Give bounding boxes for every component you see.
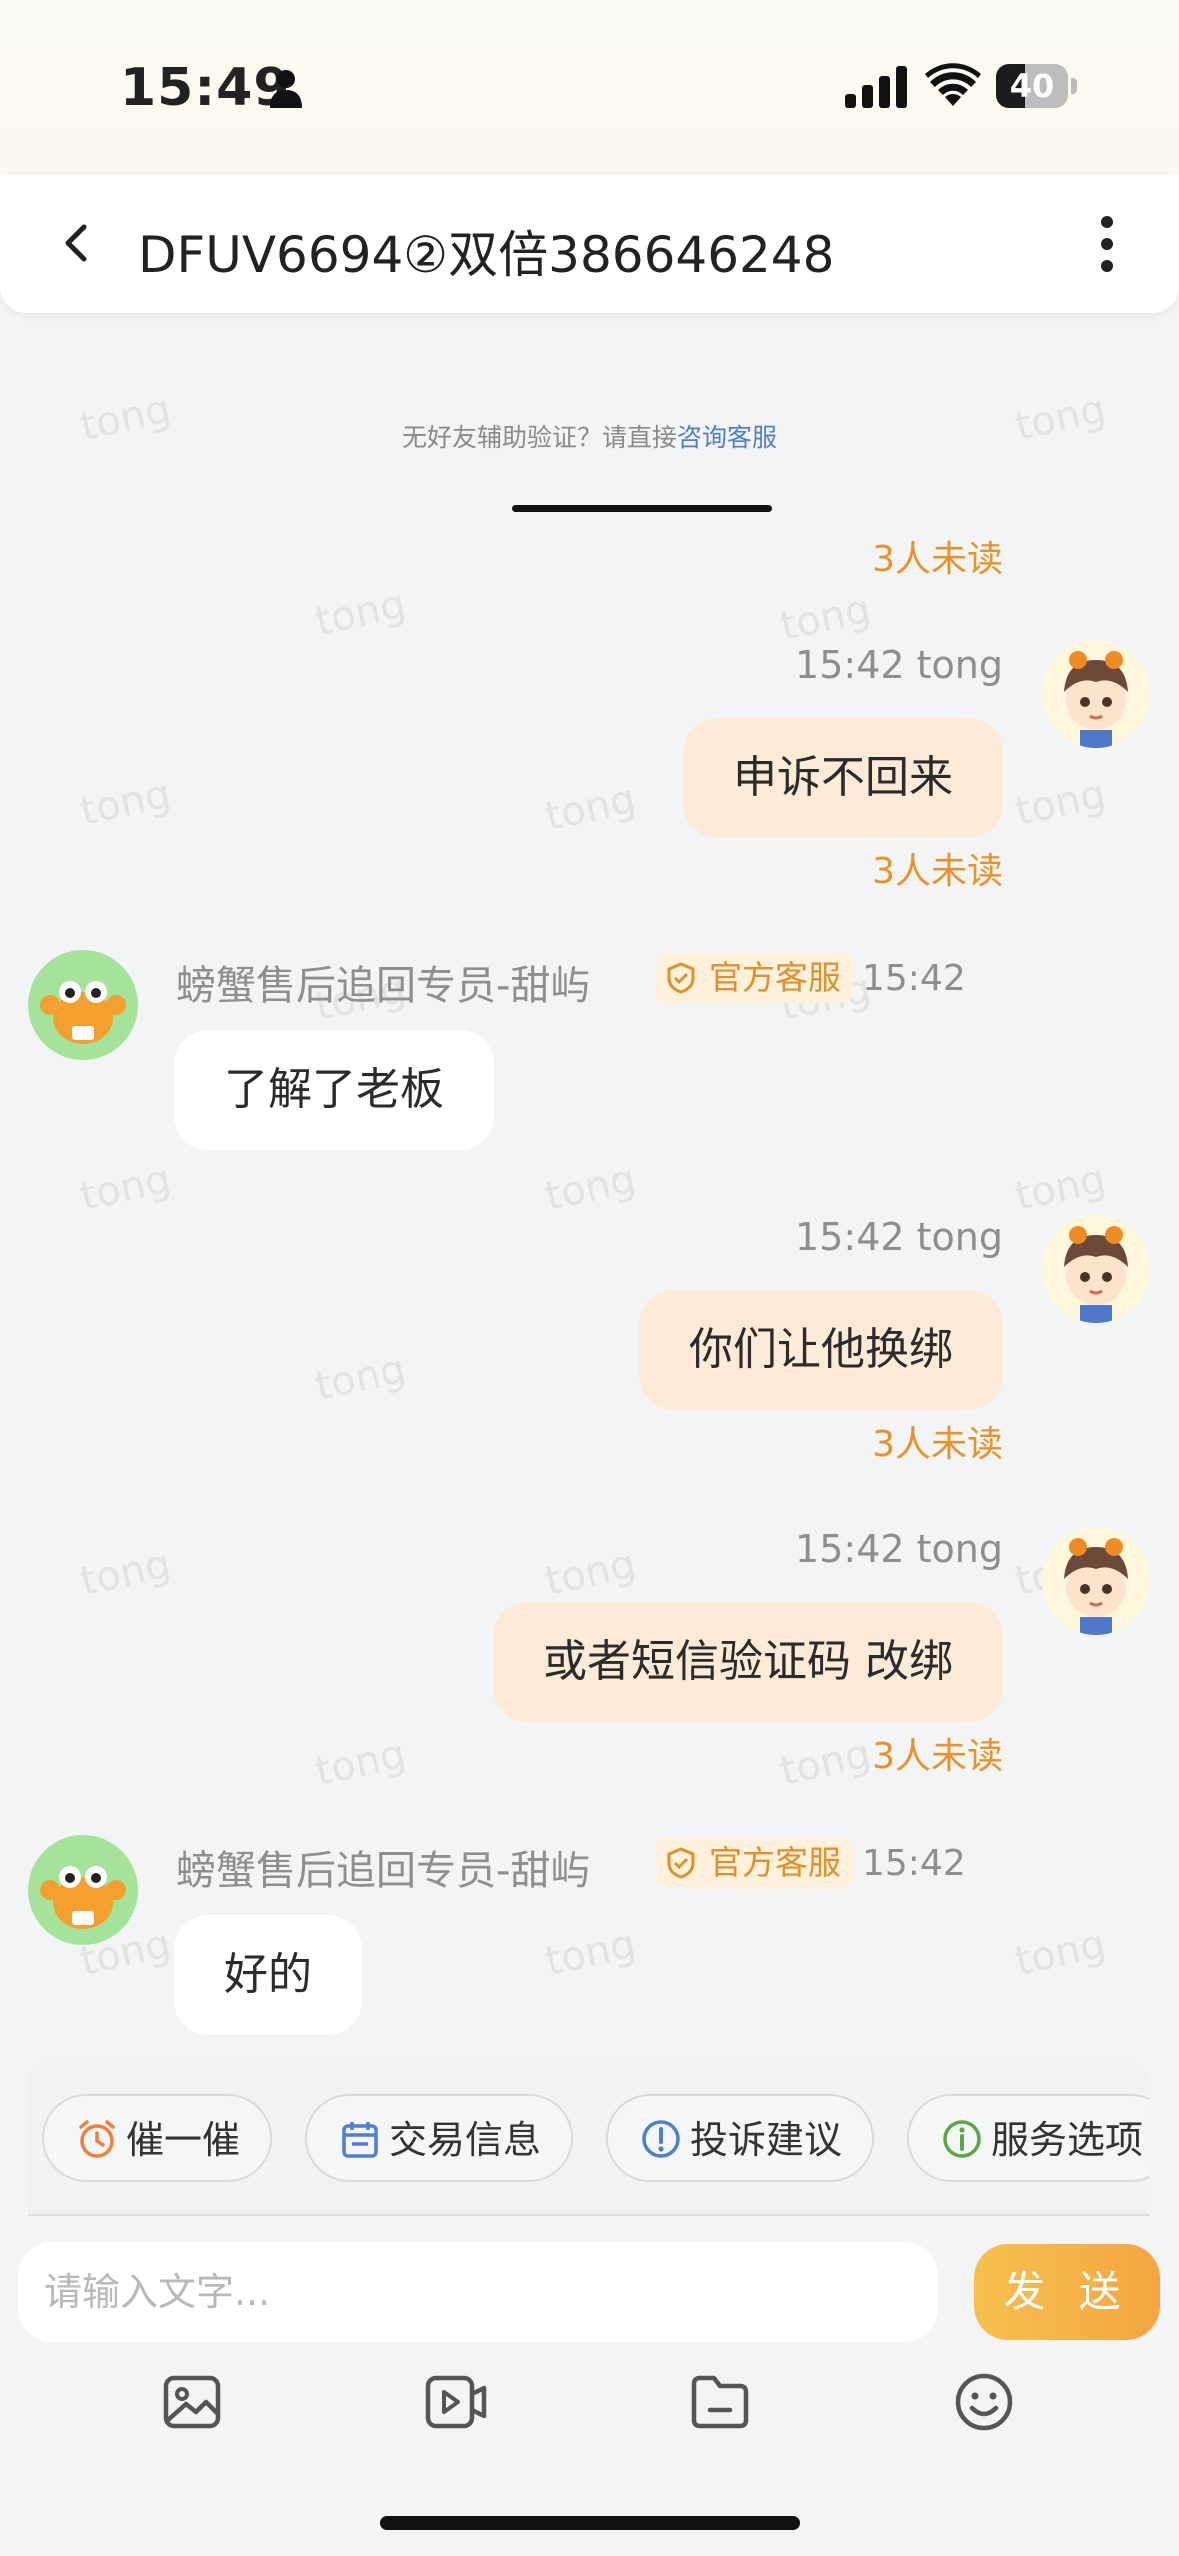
boy-avatar-icon	[1064, 1538, 1128, 1635]
shield-check-icon	[667, 1847, 695, 1879]
quick-actions-bar: 催一催 交易信息 投诉建议 服务选项	[28, 2062, 1150, 2214]
battery-percent: 40	[1009, 67, 1055, 105]
message-time-user: 15:42 tong	[795, 1527, 1003, 1571]
outgoing-message-bubble[interactable]: 你们让他换绑	[639, 1290, 1003, 1410]
incoming-message-bubble[interactable]: 了解了老板	[174, 1030, 494, 1150]
trade-info-button[interactable]: 交易信息	[305, 2094, 573, 2182]
watermark: tong	[541, 1921, 640, 1985]
watermark: tong	[1011, 1921, 1110, 1985]
watermark: tong	[541, 776, 640, 840]
boy-avatar-icon	[1064, 1226, 1128, 1323]
wifi-icon	[925, 63, 981, 106]
official-support-badge: 官方客服	[655, 1838, 853, 1888]
badge-label: 官方客服	[709, 1843, 841, 1882]
chip-label: 交易信息	[389, 2118, 542, 2162]
chip-label: 服务选项	[991, 2118, 1144, 2162]
battery-indicator: 40	[996, 64, 1078, 108]
watermark: tong	[76, 771, 175, 835]
person-icon	[270, 70, 302, 108]
alarm-clock-icon	[79, 2120, 115, 2158]
chip-label: 催一催	[126, 2118, 241, 2162]
service-options-button[interactable]: 服务选项	[907, 2094, 1150, 2182]
calendar-icon	[342, 2122, 378, 2158]
user-avatar[interactable]	[1042, 1527, 1150, 1635]
more-options-icon[interactable]	[1085, 205, 1129, 283]
watermark: tong	[541, 1156, 640, 1220]
video-icon[interactable]	[424, 2370, 488, 2434]
crab-mascot-icon	[40, 1866, 126, 1929]
image-icon[interactable]	[160, 2370, 224, 2434]
unread-status: 3人未读	[872, 851, 1003, 892]
shield-check-icon	[667, 962, 695, 994]
watermark: tong	[311, 1346, 410, 1410]
message-time-user: 15:42 tong	[795, 1215, 1003, 1259]
status-bar: 15:49 40	[0, 0, 1179, 175]
watermark: tong	[776, 586, 875, 650]
chat-title: DFUV6694②双倍386646248	[138, 226, 835, 284]
verification-notice: 无好友辅助验证？请直接咨询客服	[0, 418, 1179, 454]
complaint-button[interactable]: 投诉建议	[606, 2094, 874, 2182]
info-icon	[943, 2120, 981, 2158]
quick-bar-divider	[28, 2214, 1150, 2216]
emoji-icon[interactable]	[952, 2370, 1016, 2434]
message-time-user: 15:42 tong	[795, 643, 1003, 687]
incoming-message-bubble[interactable]: 好的	[174, 1915, 362, 2035]
outgoing-message-bubble[interactable]: 申诉不回来	[683, 718, 1003, 838]
send-button[interactable]: 发 送	[974, 2244, 1160, 2340]
home-indicator	[380, 2516, 800, 2530]
outgoing-message-bubble[interactable]: 或者短信验证码 改绑	[493, 1602, 1003, 1722]
watermark: tong	[76, 1156, 175, 1220]
watermark: tong	[541, 1541, 640, 1605]
exclamation-icon	[642, 2120, 680, 2158]
agent-avatar[interactable]	[28, 1835, 138, 1945]
urge-button[interactable]: 催一催	[42, 2094, 272, 2182]
badge-label: 官方客服	[709, 958, 841, 997]
message-input[interactable]	[18, 2242, 938, 2342]
back-icon[interactable]	[50, 215, 106, 271]
message-time: 15:42	[862, 1843, 966, 1884]
contact-support-link[interactable]: 咨询客服	[677, 423, 777, 452]
crab-mascot-icon	[40, 981, 126, 1044]
official-support-badge: 官方客服	[655, 953, 853, 1003]
unread-status: 3人未读	[872, 539, 1003, 580]
cellular-signal-icon	[845, 66, 907, 108]
watermark: tong	[311, 1731, 410, 1795]
boy-avatar-icon	[1064, 651, 1128, 748]
user-avatar[interactable]	[1042, 1215, 1150, 1323]
notice-text: 无好友辅助验证？请直接	[401, 423, 677, 452]
watermark: tong	[76, 1541, 175, 1605]
agent-name: 螃蟹售后追回专员-甜屿	[176, 1848, 591, 1894]
agent-name: 螃蟹售后追回专员-甜屿	[176, 963, 591, 1009]
unread-status: 3人未读	[872, 1424, 1003, 1465]
watermark: tong	[1011, 1156, 1110, 1220]
chat-header: DFUV6694②双倍386646248	[0, 175, 1179, 313]
watermark: tong	[311, 581, 410, 645]
message-time: 15:42	[862, 958, 966, 999]
chip-label: 投诉建议	[690, 2118, 843, 2162]
unread-status: 3人未读	[872, 1736, 1003, 1777]
status-time: 15:49	[120, 58, 291, 118]
user-avatar[interactable]	[1042, 640, 1150, 748]
divider-line	[512, 505, 772, 512]
folder-icon[interactable]	[688, 2370, 752, 2434]
agent-avatar[interactable]	[28, 950, 138, 1060]
watermark: tong	[1011, 771, 1110, 835]
watermark: tong	[776, 1731, 875, 1795]
